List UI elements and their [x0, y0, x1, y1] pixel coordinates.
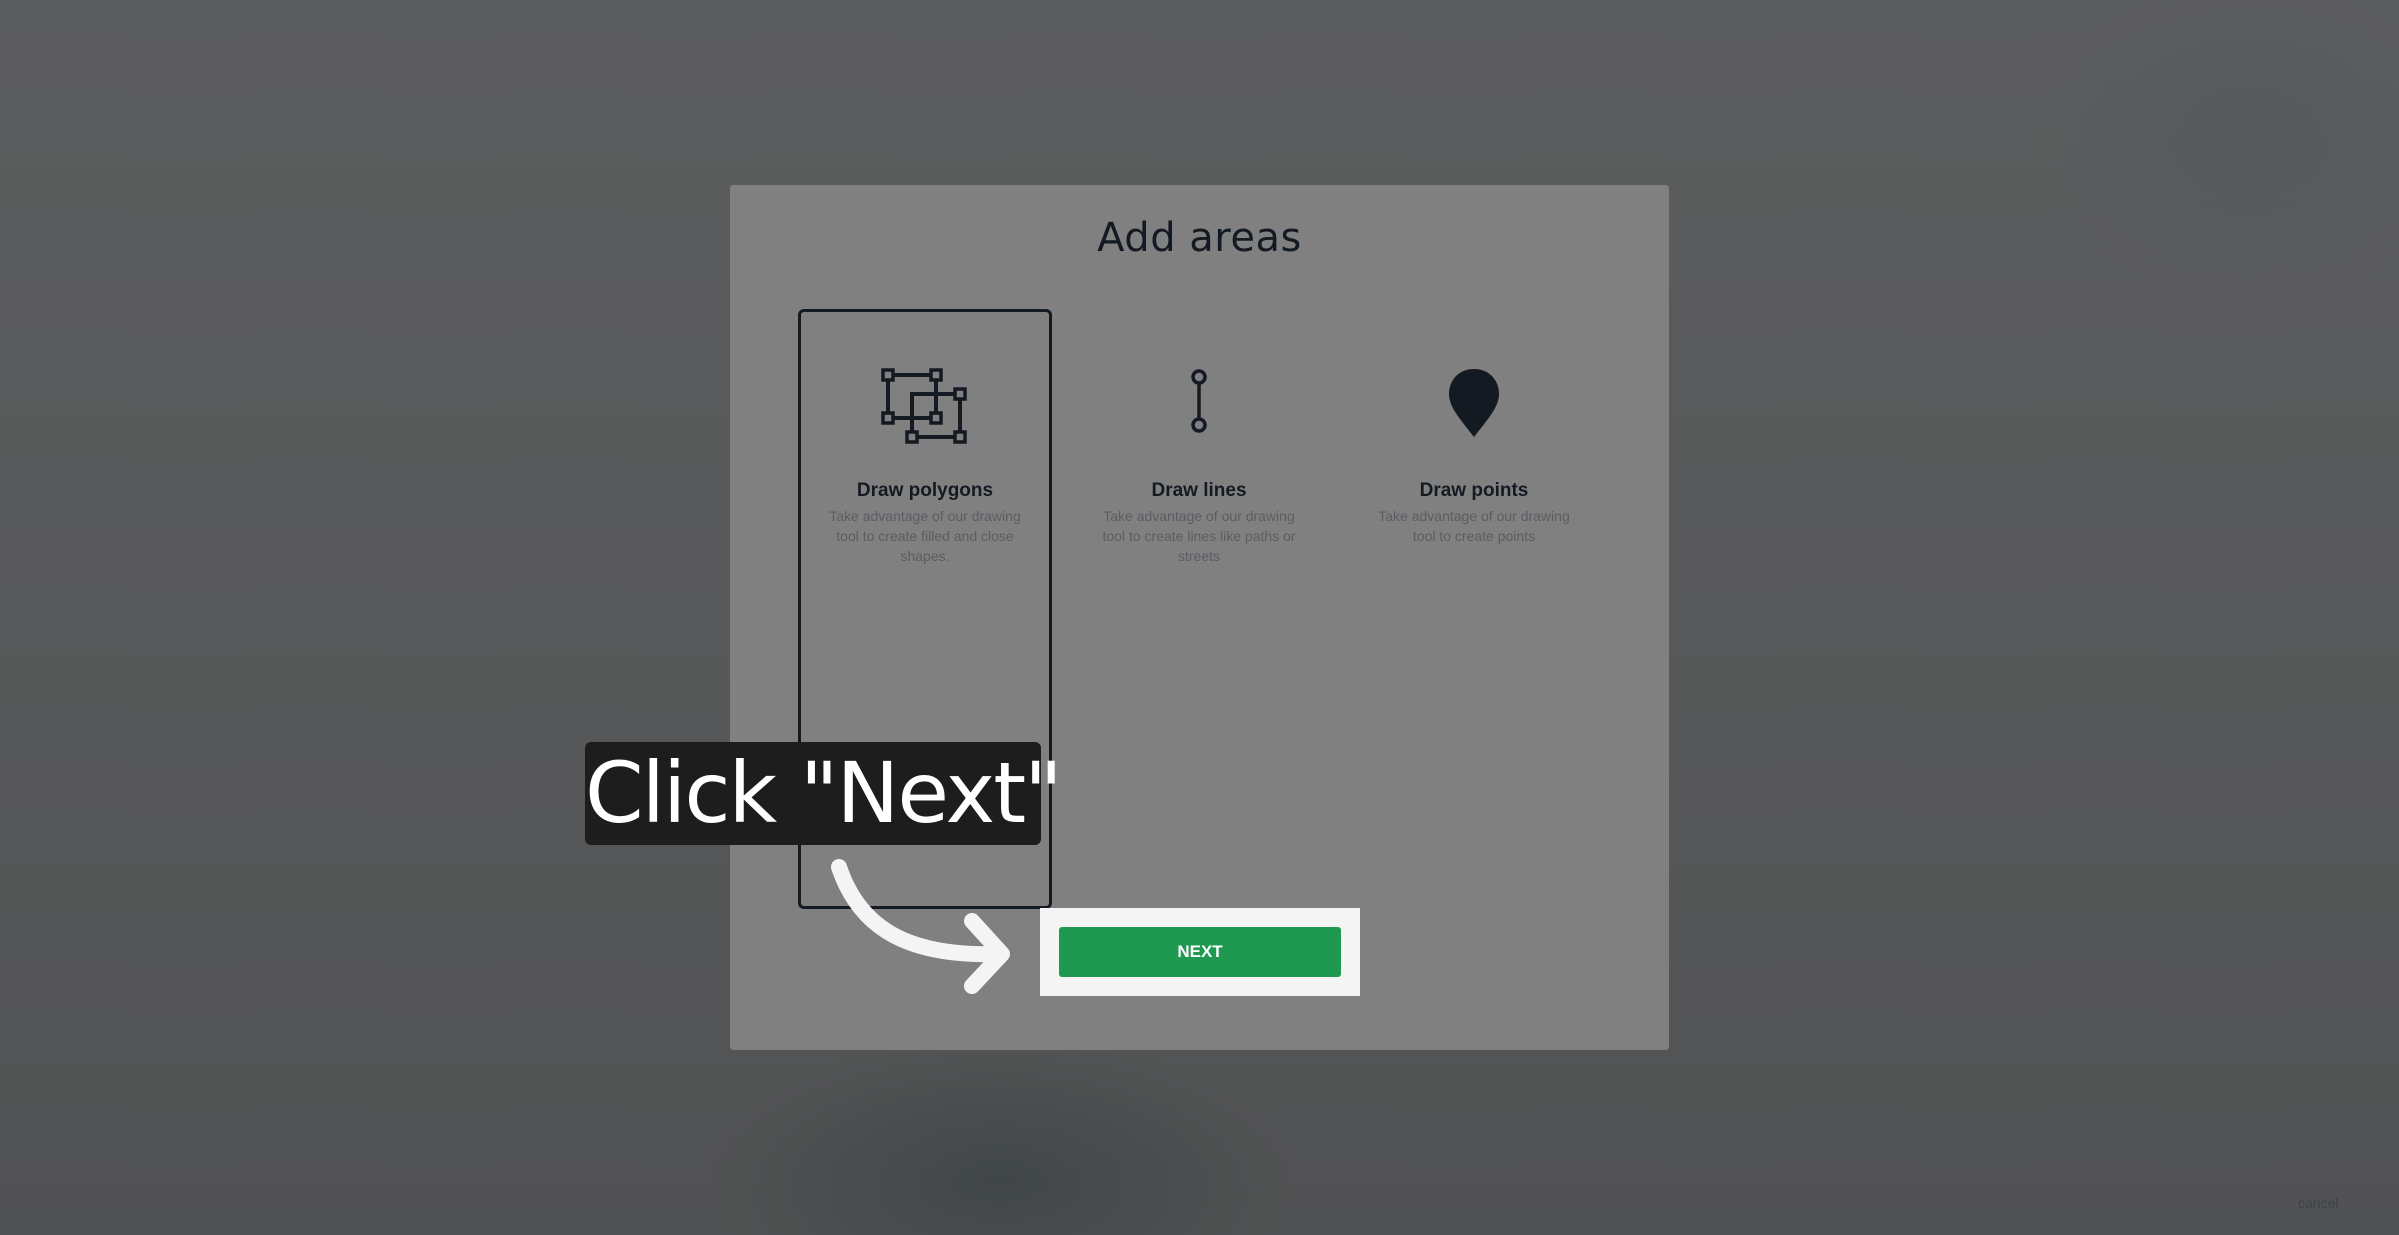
option-title: Draw points: [1419, 480, 1529, 501]
next-button[interactable]: NEXT: [1059, 927, 1341, 977]
map-pin-icon: [1350, 367, 1598, 447]
option-description: Take advantage of our drawing tool to cr…: [1102, 508, 1296, 564]
option-title: Draw lines: [1151, 480, 1247, 501]
polygon-icon: [801, 367, 1049, 447]
option-description: Take advantage of our drawing tool to cr…: [1378, 508, 1570, 544]
option-draw-points[interactable]: Draw points Take advantage of our drawin…: [1347, 309, 1601, 909]
option-description: Take advantage of our drawing tool to cr…: [829, 508, 1021, 564]
option-draw-lines[interactable]: Draw lines Take advantage of our drawing…: [1072, 309, 1326, 909]
curved-arrow-icon: [831, 859, 1010, 994]
modal-title: Add areas: [1097, 215, 1302, 261]
option-title: Draw polygons: [856, 480, 994, 501]
tutorial-callout: Click "Next": [585, 742, 1063, 845]
line-icon: [1075, 367, 1323, 447]
cancel-link[interactable]: cancel: [2298, 1195, 2338, 1211]
